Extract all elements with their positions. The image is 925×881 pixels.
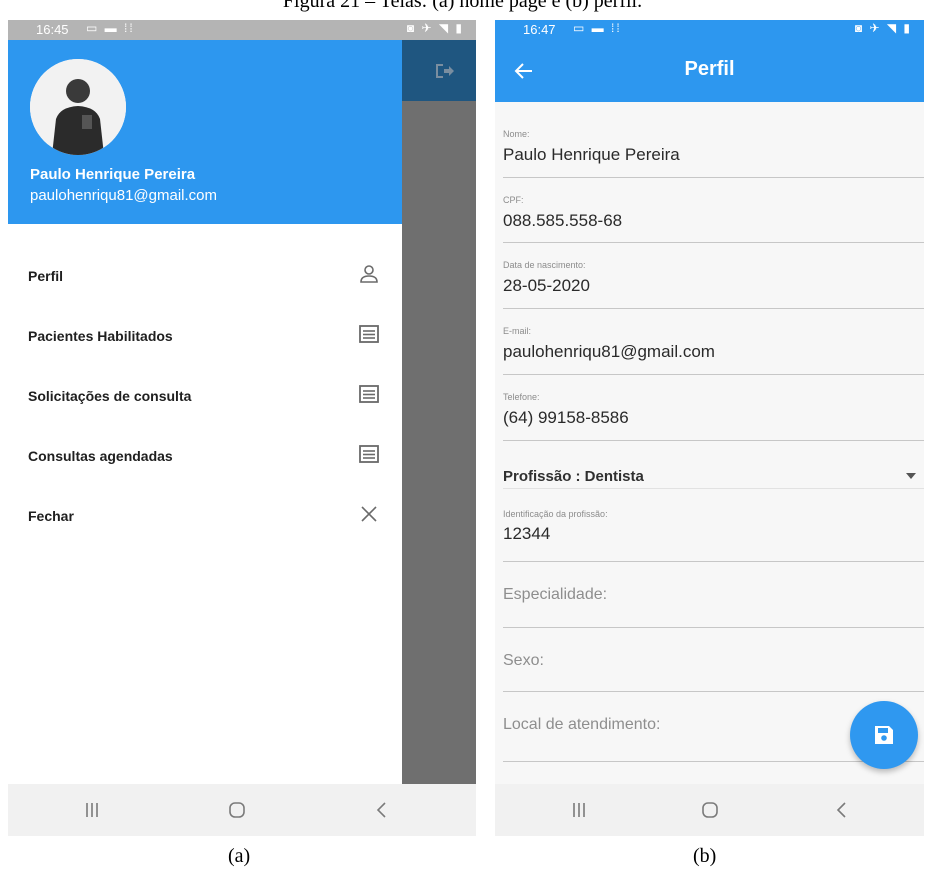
android-nav-bar: [495, 784, 924, 836]
sex-placeholder: Sexo:: [503, 652, 544, 669]
save-button[interactable]: [850, 701, 918, 769]
profession-id-field[interactable]: Identificação da profissão: 12344: [503, 489, 924, 562]
profession-id-value: 12344: [503, 524, 551, 543]
name-field[interactable]: Nome: Paulo Henrique Pereira: [503, 102, 924, 178]
back-nav-icon[interactable]: [830, 798, 854, 822]
menu-item-label: Perfil: [28, 268, 64, 284]
screen-profile: 16:47 ▭ ▬ ⁞⁞ ◙ ✈ ◥ ▮ Perfil Nome: Paulo …: [495, 20, 924, 836]
screen-home: Paulo Henrique Pereira paulohenriqu81@gm…: [8, 20, 476, 836]
caption-a: (a): [228, 845, 251, 867]
phone-field-value: (64) 99158-8586: [503, 408, 629, 427]
email-field[interactable]: E-mail: paulohenriqu81@gmail.com: [503, 309, 924, 375]
email-field-label: E-mail:: [503, 326, 532, 336]
person-outline-icon: [360, 265, 378, 283]
sex-field[interactable]: Sexo:: [503, 628, 924, 692]
status-time: 16:47: [523, 22, 556, 37]
home-icon[interactable]: [698, 798, 722, 822]
notification-icons: ▭ ▬ ⁞⁞: [573, 21, 622, 35]
recent-apps-icon[interactable]: [80, 798, 104, 822]
drawer-header: Paulo Henrique Pereira paulohenriqu81@gm…: [8, 20, 402, 224]
app-bar: Perfil: [495, 40, 924, 102]
menu-item-label: Fechar: [28, 508, 74, 524]
system-status-icons: ◙ ✈ ◥ ▮: [854, 21, 912, 35]
system-status-icons: ◙ ✈ ◥ ▮: [406, 21, 464, 35]
phone-field[interactable]: Telefone: (64) 99158-8586: [503, 375, 924, 441]
drawer-user-name: Paulo Henrique Pereira: [30, 166, 196, 183]
profession-dropdown-value: Profissão : Dentista: [503, 468, 644, 485]
drawer-scrim[interactable]: [402, 40, 476, 784]
birthdate-field-label: Data de nascimento:: [503, 260, 586, 270]
cpf-field-label: CPF:: [503, 195, 524, 205]
menu-item-perfil[interactable]: Perfil: [8, 240, 402, 300]
avatar: [30, 59, 126, 155]
status-bar: 16:45 ▭ ▬ ⁞⁞ ◙ ✈ ◥ ▮: [8, 20, 476, 40]
list-icon: [359, 325, 379, 343]
status-bar: 16:47 ▭ ▬ ⁞⁞ ◙ ✈ ◥ ▮: [495, 20, 924, 40]
birthdate-field-value: 28-05-2020: [503, 276, 590, 295]
page-title: Perfil: [684, 58, 735, 80]
logout-icon: [436, 64, 454, 78]
dropdown-arrow-icon: [906, 473, 916, 479]
name-field-label: Nome:: [503, 129, 530, 139]
profession-id-label: Identificação da profissão:: [503, 509, 608, 519]
menu-item-fechar[interactable]: Fechar: [8, 480, 402, 540]
menu-item-solicitacoes[interactable]: Solicitações de consulta: [8, 360, 402, 420]
status-time: 16:45: [36, 22, 69, 37]
menu-item-label: Solicitações de consulta: [28, 388, 192, 404]
specialty-placeholder: Especialidade:: [503, 586, 608, 603]
phone-field-label: Telefone:: [503, 392, 540, 402]
list-icon: [359, 445, 379, 463]
figure-title: Figura 21 – Telas: (a) home page e (b) p…: [282, 0, 643, 12]
menu-item-pacientes[interactable]: Pacientes Habilitados: [8, 300, 402, 360]
name-field-value: Paulo Henrique Pereira: [503, 145, 680, 164]
menu-item-label: Pacientes Habilitados: [28, 328, 173, 344]
birthdate-field[interactable]: Data de nascimento: 28-05-2020: [503, 243, 924, 309]
cpf-field-value: 088.585.558-68: [503, 211, 623, 230]
save-icon: [875, 726, 893, 744]
home-icon[interactable]: [225, 798, 249, 822]
list-icon: [359, 385, 379, 403]
notification-icons: ▭ ▬ ⁞⁞: [86, 21, 135, 35]
specialty-field[interactable]: Especialidade:: [503, 562, 924, 628]
cpf-field[interactable]: CPF: 088.585.558-68: [503, 178, 924, 243]
email-field-value: paulohenriqu81@gmail.com: [503, 342, 715, 361]
drawer-menu: Perfil Pacientes Habilitados Solicitaçõe…: [8, 224, 402, 784]
close-icon: [361, 506, 377, 522]
location-placeholder: Local de atendimento:: [503, 716, 661, 733]
drawer-user-email: paulohenriqu81@gmail.com: [30, 187, 218, 204]
recent-apps-icon[interactable]: [567, 798, 591, 822]
menu-item-label: Consultas agendadas: [28, 448, 173, 464]
caption-b: (b): [693, 845, 717, 867]
android-nav-bar: [8, 784, 476, 836]
menu-item-consultas[interactable]: Consultas agendadas: [8, 420, 402, 480]
back-nav-icon[interactable]: [370, 798, 394, 822]
